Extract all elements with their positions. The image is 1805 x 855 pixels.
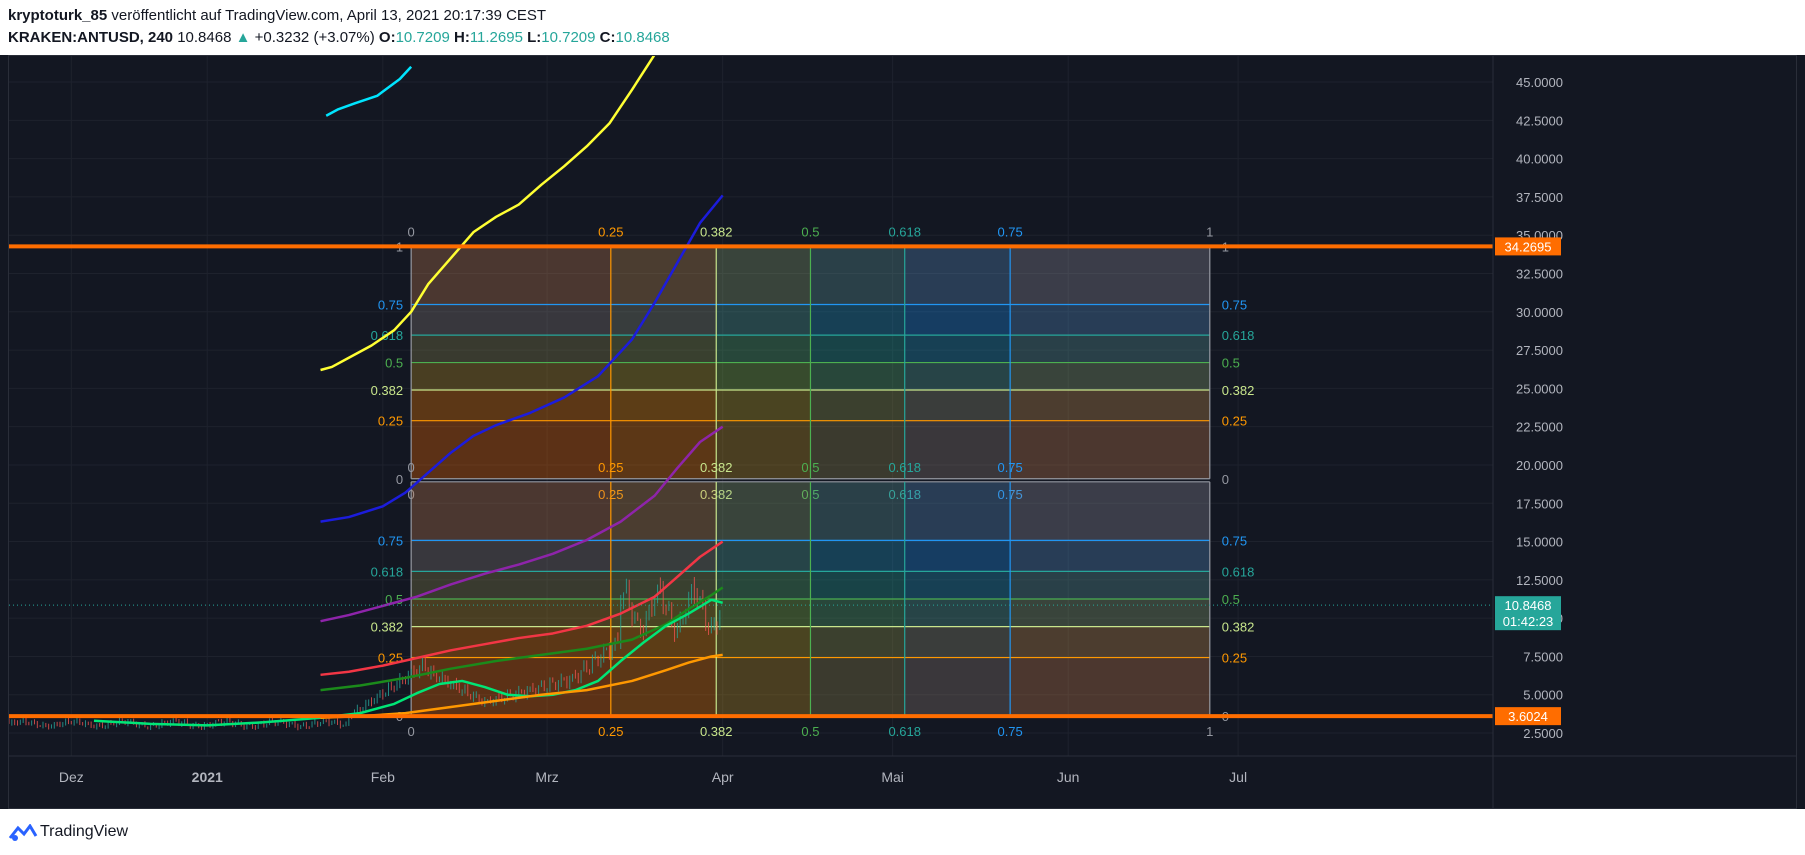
fib-top-label: 0.25	[598, 460, 623, 475]
fib-left-label: 0.382	[371, 383, 404, 398]
fib-right-label: 0.382	[1222, 383, 1255, 398]
price-change: +0.3232 (+3.07%)	[254, 29, 375, 46]
fib-top-label: 0	[408, 224, 415, 239]
price-axis-label: 12.5000	[1516, 573, 1563, 588]
price-axis-label: 32.5000	[1516, 267, 1563, 282]
author-name[interactable]: kryptoturk_85	[8, 7, 107, 24]
last-price: 10.8468	[177, 29, 232, 46]
price-axis-label: 15.0000	[1516, 535, 1563, 550]
fib-left-label: 0.5	[385, 356, 403, 371]
fib-top-label: 0.618	[888, 224, 921, 239]
price-axis-label: 17.5000	[1516, 496, 1563, 511]
fib-left-label: 0.618	[371, 564, 404, 579]
low-value: 10.7209	[541, 29, 596, 46]
tradingview-brand[interactable]: TradingView	[40, 823, 128, 841]
fib-right-label: 0.75	[1222, 533, 1247, 548]
last-price-label: 10.8468	[1505, 598, 1552, 613]
open-label: O:	[378, 29, 396, 46]
fib-right-label: 0.618	[1222, 564, 1255, 579]
time-axis-label: Apr	[712, 769, 734, 785]
fib-left-label: 0.75	[378, 533, 403, 548]
chart-footer: TradingView	[0, 809, 1805, 855]
price-axis-label: 22.5000	[1516, 420, 1563, 435]
indicator-line	[325, 65, 413, 117]
low-label: L:	[527, 29, 542, 46]
countdown-label: 01:42:23	[1503, 614, 1554, 629]
time-axis-label: Dez	[59, 769, 84, 785]
fib-bottom-label: 1	[1206, 724, 1213, 739]
chart-area[interactable]: 0 0.25 0.382 0.5 0.618 0.75 1 0 0.25 0.382 0.5 0.61…	[8, 55, 1797, 809]
fib-bottom-label: 0	[408, 724, 415, 739]
fib-bottom-label: 0.5	[801, 724, 819, 739]
fib-right-label: 0.382	[1222, 620, 1255, 635]
symbol-label[interactable]: KRAKEN:ANTUSD, 240	[8, 29, 173, 46]
publish-line: kryptoturk_85 veröffentlicht auf Trading…	[8, 7, 546, 24]
fib-left-label: 0.382	[371, 620, 404, 635]
fib-bottom-label: 0.382	[700, 724, 733, 739]
fib-top-label: 0.382	[700, 224, 733, 239]
fib-right-label: 0.5	[1222, 356, 1240, 371]
price-axis-label: 7.5000	[1523, 649, 1563, 664]
price-axis-label: 42.5000	[1516, 113, 1563, 128]
tradingview-logo-icon[interactable]	[8, 824, 38, 842]
time-axis-label: Mai	[881, 769, 904, 785]
fib-left-label: 0	[396, 472, 403, 487]
fib-left-label: 0.25	[378, 414, 403, 429]
price-badge-label: 3.6024	[1508, 709, 1548, 724]
fib-bottom-label: 0.75	[997, 724, 1022, 739]
price-chart[interactable]: 0 0.25 0.382 0.5 0.618 0.75 1 0 0.25 0.382 0.5 0.61…	[9, 56, 1796, 808]
fib-bottom-label: 0.25	[598, 724, 623, 739]
close-label: C:	[599, 29, 616, 46]
price-badge-label: 34.2695	[1505, 239, 1552, 254]
price-axis-label: 27.5000	[1516, 343, 1563, 358]
time-axis-label: Feb	[371, 769, 395, 785]
time-axis-label: Jun	[1057, 769, 1080, 785]
fib-top-label: 0.25	[598, 224, 623, 239]
high-label: H:	[453, 29, 470, 46]
price-axis-label: 20.0000	[1516, 458, 1563, 473]
price-axis-label: 5.0000	[1523, 688, 1563, 703]
fib-top-label: 0.618	[888, 460, 921, 475]
price-axis-label: 25.0000	[1516, 381, 1563, 396]
fib-top-label: 0.75	[997, 460, 1022, 475]
time-axis-label: Mrz	[535, 769, 558, 785]
ohlc-line: KRAKEN:ANTUSD, 240 10.8468 ▲ +0.3232 (+3…	[8, 29, 670, 46]
price-axis-label: 30.0000	[1516, 305, 1563, 320]
open-value: 10.7209	[395, 29, 450, 46]
fib-right-label: 0.25	[1222, 414, 1247, 429]
close-value: 10.8468	[615, 29, 670, 46]
fib-top-label: 0	[408, 460, 415, 475]
price-axis-label: 37.5000	[1516, 190, 1563, 205]
fib-top-label: 0.382	[700, 460, 733, 475]
up-arrow-icon: ▲	[235, 29, 251, 46]
price-axis-label: 2.5000	[1523, 726, 1563, 741]
fib-bottom-label: 0.618	[888, 724, 921, 739]
fib-right-label: 0.75	[1222, 297, 1247, 312]
fib-right-label: 0.618	[1222, 328, 1255, 343]
high-value: 11.2695	[469, 29, 523, 46]
fib-top-label: 0.5	[801, 224, 819, 239]
publish-info: veröffentlicht auf TradingView.com, Apri…	[111, 7, 547, 24]
fib-left-label: 0.75	[378, 297, 403, 312]
fib-right-label: 0.25	[1222, 651, 1247, 666]
price-axis-label: 45.0000	[1516, 75, 1563, 90]
time-axis-label: 2021	[192, 769, 223, 785]
chart-header: kryptoturk_85 veröffentlicht auf Trading…	[0, 0, 1805, 55]
price-axis-label: 40.0000	[1516, 152, 1563, 167]
fib-right-label: 0	[1222, 472, 1229, 487]
time-axis-label: Jul	[1229, 769, 1247, 785]
fib-top-label: 0.5	[801, 460, 819, 475]
fib-top-label: 0.75	[997, 224, 1022, 239]
fib-top-label: 1	[1206, 224, 1213, 239]
